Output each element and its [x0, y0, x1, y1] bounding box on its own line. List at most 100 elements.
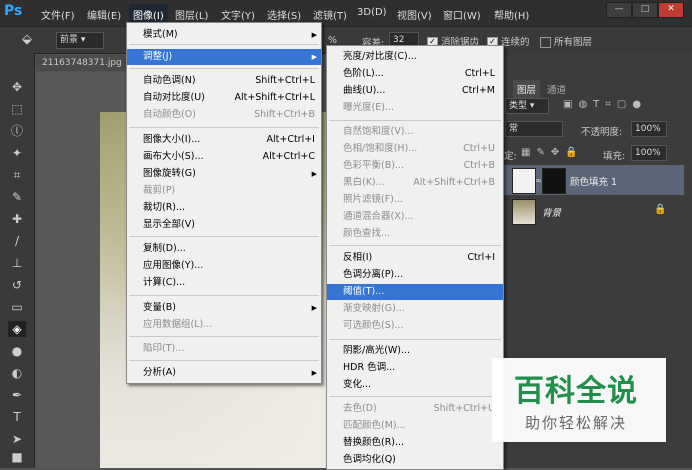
maximize-button[interactable]: □ — [632, 2, 658, 18]
adjust-menu-item[interactable]: 替换颜色(R)... — [327, 435, 503, 451]
image-menu-item-label: 调整(J) — [143, 51, 173, 62]
crop-tool-icon[interactable]: ⌗ — [8, 167, 26, 183]
adjust-menu-item-label: 自然饱和度(V)... — [343, 126, 414, 137]
menu-help[interactable]: 帮助(H) — [494, 7, 529, 22]
menu-file[interactable]: 文件(F) — [41, 7, 75, 22]
adjust-menu-item-shortcut: Ctrl+M — [461, 85, 495, 96]
image-menu-item[interactable]: 变量(B) ▶ — [127, 300, 321, 316]
adjust-menu-item[interactable]: 变化... — [327, 377, 503, 393]
image-menu-item[interactable]: 图像旋转(G) ▶ — [127, 166, 321, 182]
image-menu-item[interactable]: 模式(M) ▶ — [127, 27, 321, 43]
shape-tool-icon[interactable]: ■ — [8, 449, 26, 465]
layer-name[interactable]: 颜色填充 1 — [570, 174, 617, 188]
menu-3d[interactable]: 3D(D) — [357, 7, 387, 18]
layer-thumbnail — [512, 199, 536, 225]
watermark-subtitle: 助你轻松解决 — [525, 414, 628, 432]
adjust-menu-item-label: 通道混合器(X)... — [343, 211, 414, 222]
history-brush-tool-icon[interactable]: ↺ — [8, 277, 26, 293]
image-menu-item[interactable]: 图像大小(I)... Alt+Ctrl+I — [127, 132, 321, 148]
fill-source-value: 前景 — [60, 35, 79, 45]
adjust-menu-item[interactable]: 反相(I) Ctrl+I — [327, 250, 503, 266]
adjust-menu-item-label: HDR 色调... — [343, 362, 396, 373]
adjust-menu-item[interactable]: 色调分离(P)... — [327, 267, 503, 283]
menu-view[interactable]: 视图(V) — [397, 7, 432, 22]
paint-bucket-tool-icon[interactable]: ◈ — [8, 321, 26, 337]
menu-separator — [329, 120, 501, 121]
blur-tool-icon[interactable]: ● — [8, 343, 26, 359]
eyedropper-tool-icon[interactable]: ✎ — [8, 189, 26, 205]
eraser-tool-icon[interactable]: ▭ — [8, 299, 26, 315]
fill-input[interactable]: 100% — [631, 145, 667, 161]
adjustments-submenu: 亮度/对比度(C)... 色阶(L)... Ctrl+L 曲线(U)... Ctrl+M… — [326, 45, 504, 470]
contiguous-label: 连续的 — [501, 37, 530, 48]
adjust-menu-item[interactable]: 曲线(U)... Ctrl+M — [327, 83, 503, 99]
adjust-menu-item[interactable]: 亮度/对比度(C)... — [327, 49, 503, 65]
image-menu-item[interactable]: 显示全部(V) — [127, 217, 321, 233]
adjust-menu-item-label: 曝光度(E)... — [343, 102, 394, 113]
adjust-menu-item[interactable]: 阈值(T)... — [327, 284, 503, 300]
menu-layer[interactable]: 图层(L) — [175, 7, 208, 22]
lasso-tool-icon[interactable]: ⓛ — [8, 123, 26, 139]
tab-layers[interactable]: 图层 — [513, 80, 541, 98]
image-menu-item[interactable]: 裁切(R)... — [127, 200, 321, 216]
lock-label: 定: — [504, 151, 517, 162]
menu-window[interactable]: 窗口(W) — [443, 7, 481, 22]
layer-name[interactable]: 背景 — [542, 205, 561, 219]
menu-edit[interactable]: 编辑(E) — [87, 7, 121, 22]
adjust-menu-item-shortcut: Alt+Shift+Ctrl+B — [413, 177, 495, 188]
image-menu-item[interactable]: 自动色调(N) Shift+Ctrl+L — [127, 73, 321, 89]
adjust-menu-item[interactable]: 色调均化(Q) — [327, 452, 503, 468]
tab-channels[interactable]: 通道 — [543, 80, 570, 98]
layer-row[interactable]: ∞ 颜色填充 1 — [504, 165, 684, 195]
adjust-menu-item-label: 变化... — [343, 379, 372, 390]
image-menu-item[interactable]: 复制(D)... — [127, 241, 321, 257]
minimize-button[interactable]: — — [606, 2, 632, 18]
stamp-tool-icon[interactable]: ⊥ — [8, 255, 26, 271]
adjust-menu-item-shortcut: Ctrl+B — [463, 160, 495, 171]
menu-filter[interactable]: 滤镜(T) — [313, 7, 347, 22]
dodge-tool-icon[interactable]: ◐ — [8, 365, 26, 381]
menu-separator — [129, 127, 319, 128]
image-menu-item: 陷印(T)... — [127, 341, 321, 357]
opacity-input[interactable]: 100% — [631, 121, 667, 137]
adjust-menu-item[interactable]: 阴影/高光(W)... — [327, 343, 503, 359]
filter-icons[interactable]: ▣◍T⌗▢● — [563, 99, 647, 110]
adjust-menu-item[interactable]: HDR 色调... — [327, 360, 503, 376]
type-tool-icon[interactable]: T — [8, 409, 26, 425]
layer-row[interactable]: 背景 🔒 — [504, 196, 684, 226]
image-menu-item[interactable]: 分析(A) ▶ — [127, 365, 321, 381]
submenu-arrow-icon: ▶ — [311, 170, 317, 178]
move-tool-icon[interactable]: ✥ — [8, 79, 26, 95]
healing-tool-icon[interactable]: ✚ — [8, 211, 26, 227]
watermark: 百科全说 助你轻松解决 — [492, 358, 666, 442]
path-select-tool-icon[interactable]: ➤ — [8, 431, 26, 447]
image-menu-item[interactable]: 计算(C)... — [127, 275, 321, 291]
pen-tool-icon[interactable]: ✒ — [8, 387, 26, 403]
layer-mask-thumbnail[interactable] — [542, 168, 566, 194]
adjust-menu-item: 色相/饱和度(H)... Ctrl+U — [327, 141, 503, 157]
submenu-arrow-icon: ▶ — [311, 369, 317, 377]
menu-separator — [129, 68, 319, 69]
close-button[interactable]: ✕ — [658, 2, 684, 18]
opacity-label: 不透明度: — [581, 127, 623, 138]
lock-icons[interactable]: ▦✎✥🔒 — [521, 147, 584, 158]
all-layers-checkbox[interactable]: 所有图层 — [540, 34, 592, 48]
brush-tool-icon[interactable]: / — [8, 233, 26, 249]
image-menu-item[interactable]: 自动对比度(U) Alt+Shift+Ctrl+L — [127, 90, 321, 106]
menu-separator — [129, 44, 319, 45]
image-menu-item[interactable]: 调整(J) ▶ — [127, 49, 321, 65]
menu-select[interactable]: 选择(S) — [267, 7, 301, 22]
image-menu-item-label: 画布大小(S)... — [143, 151, 204, 162]
filter-kind-select[interactable]: 类型 ▾ — [505, 98, 549, 114]
image-menu-item-shortcut: Shift+Ctrl+L — [255, 75, 315, 86]
image-menu-item[interactable]: 画布大小(S)... Alt+Ctrl+C — [127, 149, 321, 165]
adjust-menu-item[interactable]: 色阶(L)... Ctrl+L — [327, 66, 503, 82]
paint-bucket-icon[interactable]: ⬙ — [22, 32, 32, 47]
blend-mode-select[interactable]: 常 — [505, 121, 563, 137]
image-menu-item[interactable]: 应用图像(Y)... — [127, 258, 321, 274]
magic-wand-tool-icon[interactable]: ✦ — [8, 145, 26, 161]
menu-type[interactable]: 文字(Y) — [221, 7, 255, 22]
fill-source-select[interactable]: 前景 ▾ — [56, 32, 104, 49]
marquee-tool-icon[interactable]: ⬚ — [8, 101, 26, 117]
image-menu-item-label: 图像大小(I)... — [143, 134, 201, 145]
